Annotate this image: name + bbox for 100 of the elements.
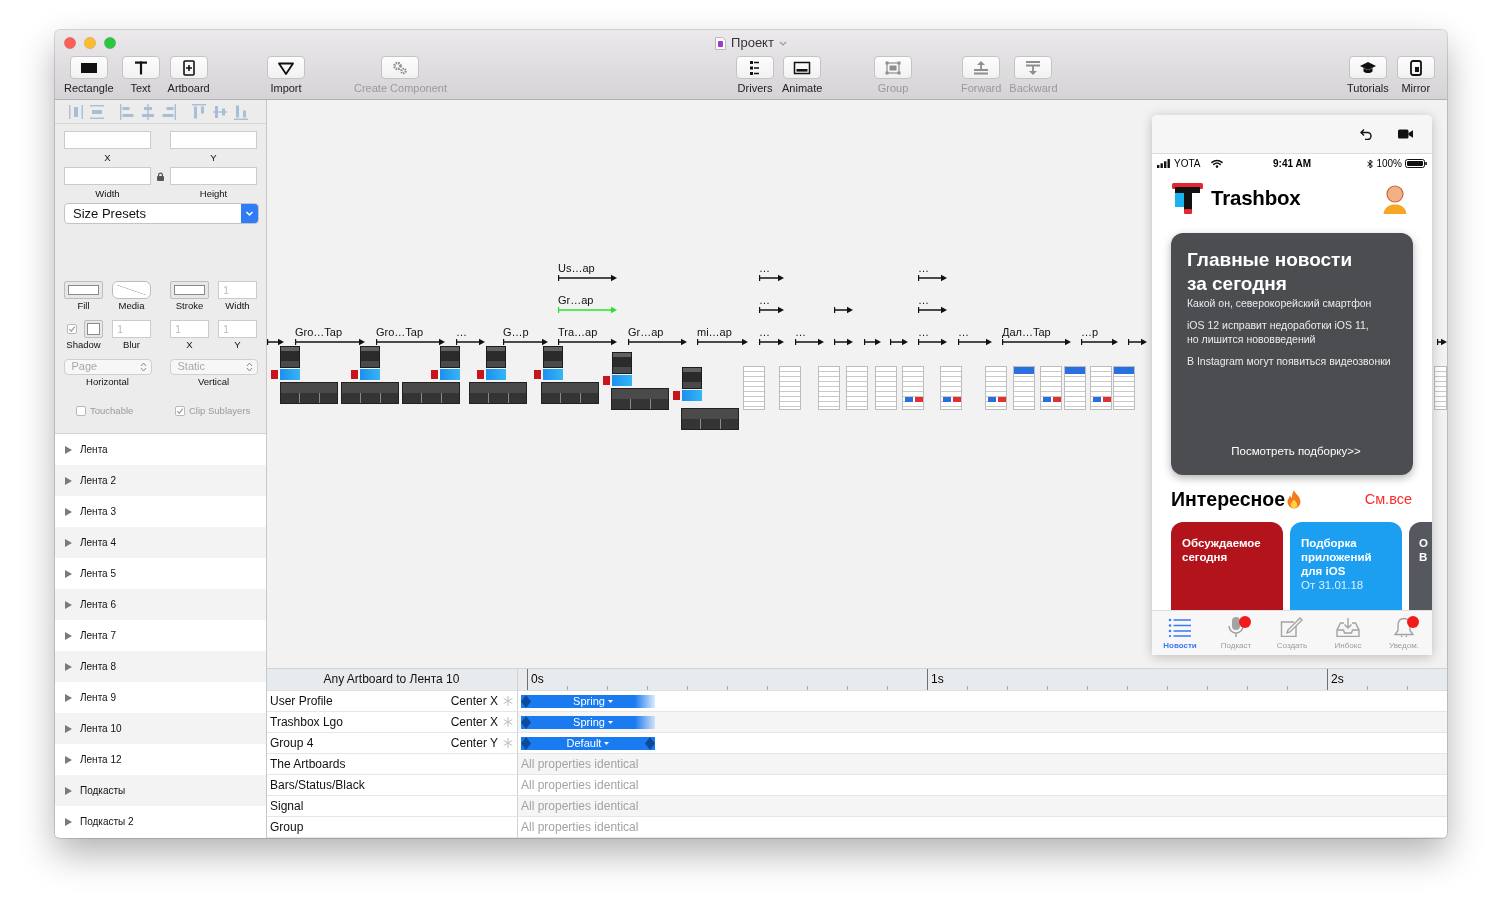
color-swatch[interactable]: [170, 281, 209, 299]
collection-card[interactable]: Обсуждаемое сегодня: [1171, 522, 1283, 610]
status-time: 9:41 AM: [1273, 157, 1311, 170]
layer-row[interactable]: Лента 8: [55, 651, 266, 682]
app-title: Trashbox: [1211, 186, 1301, 211]
gears-icon: [391, 59, 410, 76]
connection-label: …: [918, 326, 929, 338]
align-middle-icon[interactable]: [213, 103, 227, 120]
number-field[interactable]: 1: [112, 320, 151, 338]
tab[interactable]: Новости: [1152, 611, 1208, 655]
connection-label: …p: [1081, 326, 1099, 338]
collection-card[interactable]: О В: [1409, 522, 1432, 610]
text-tool-button[interactable]: [121, 56, 160, 79]
color-swatch[interactable]: [64, 281, 103, 299]
connection-label: …: [918, 262, 929, 274]
card-row-thumbnail: [469, 382, 527, 404]
screen-thumbnail: [902, 366, 924, 410]
collection-link[interactable]: Посмотреть подборку>>: [1231, 445, 1361, 459]
distribute-vertical-icon[interactable]: [90, 103, 104, 120]
card-thumbnail: [673, 391, 680, 400]
card-row-thumbnail: [280, 382, 338, 404]
zoom-button[interactable]: [104, 37, 116, 49]
close-button[interactable]: [64, 37, 76, 49]
chevron-down-icon: [241, 204, 258, 223]
layer-name: The Artboards: [270, 756, 346, 772]
status-note: All properties identical: [521, 819, 639, 835]
checkbox-label: Touchable: [90, 405, 134, 417]
tutorials-button[interactable]: [1348, 56, 1387, 79]
layer-row[interactable]: Подкасты: [55, 775, 266, 806]
layer-row[interactable]: Лента 6: [55, 589, 266, 620]
lock-icon: [157, 172, 164, 181]
number-field[interactable]: 1: [218, 320, 257, 338]
align-right-icon[interactable]: [162, 103, 176, 120]
property-name: Center X: [450, 693, 498, 709]
connection-label: …: [456, 326, 467, 338]
caret-down-icon: [607, 720, 613, 724]
import-button[interactable]: [267, 56, 305, 79]
screen-thumbnail: [1013, 366, 1035, 410]
artboard-button[interactable]: [169, 56, 208, 79]
number-field[interactable]: 1: [218, 281, 257, 299]
distribute-horizontal-icon[interactable]: [69, 103, 83, 120]
layers-up-icon: [972, 59, 991, 76]
property-name: Center X: [450, 714, 498, 730]
animate-button[interactable]: [783, 56, 822, 79]
media-swatch[interactable]: [112, 281, 151, 299]
number-field[interactable]: [64, 167, 151, 185]
screen-thumbnail: [940, 366, 962, 410]
color-swatch[interactable]: [84, 320, 103, 338]
screen-thumbnail: [280, 346, 300, 368]
card-thumbnail: [440, 369, 460, 380]
curve-bar[interactable]: Spring: [521, 694, 655, 708]
card-row-thumbnail: [611, 388, 669, 410]
screen-thumbnail: [1090, 366, 1112, 410]
see-all-link[interactable]: См.все: [1364, 491, 1412, 509]
minimize-button[interactable]: [84, 37, 96, 49]
layer-row[interactable]: Лента 2: [55, 465, 266, 496]
ruler-label: 0s: [531, 672, 544, 687]
connection-label: Us…ap: [558, 262, 595, 274]
signal-icon: [1157, 159, 1170, 168]
align-bottom-icon[interactable]: [234, 103, 248, 120]
fire-icon: [1286, 490, 1303, 510]
size-presets-dropdown[interactable]: Size Presets: [64, 203, 259, 224]
number-field[interactable]: [64, 131, 151, 149]
mirror-button[interactable]: [1396, 56, 1435, 79]
tool-label: Create Component: [354, 82, 447, 95]
card-row-thumbnail: [402, 382, 460, 404]
card-title: Обсуждаемое сегодня: [1182, 536, 1262, 564]
screen-thumbnail: [360, 346, 380, 368]
curve-bar[interactable]: Spring: [521, 715, 655, 729]
align-top-icon[interactable]: [192, 103, 206, 120]
field-label: X: [104, 151, 111, 165]
document-icon: [715, 36, 727, 50]
headline-item: Какой он, северокорейский смартфон: [1187, 296, 1373, 310]
panel-icon: [793, 59, 812, 76]
card-row-thumbnail: [541, 382, 599, 404]
undo-icon[interactable]: [1360, 128, 1372, 140]
screen-thumbnail: [1434, 366, 1447, 410]
screen-thumbnail: [743, 366, 765, 410]
number-field[interactable]: 1: [170, 320, 209, 338]
number-field[interactable]: [170, 167, 257, 185]
inbox-icon: [1336, 617, 1360, 637]
layer-row[interactable]: Лента 10: [55, 713, 266, 744]
caret-down-icon[interactable]: [778, 40, 787, 46]
drivers-button[interactable]: [736, 56, 774, 79]
connection-label: …: [958, 326, 969, 338]
card-thumbnail: [534, 370, 541, 379]
curve-bar[interactable]: Default: [521, 736, 655, 750]
logo-icon: [1172, 183, 1203, 214]
card-thumbnail: [271, 370, 278, 379]
connection-label: Gro…Tap: [376, 326, 424, 338]
layer-row[interactable]: Лента 4: [55, 527, 266, 558]
align-left-icon[interactable]: [120, 103, 134, 120]
screen-thumbnail: [440, 346, 460, 368]
card-row-thumbnail: [681, 408, 739, 430]
video-camera-icon[interactable]: [1398, 129, 1413, 139]
screen-thumbnail: [1113, 366, 1135, 410]
compose-icon: [1280, 617, 1304, 637]
align-center-icon[interactable]: [141, 103, 155, 120]
number-field[interactable]: [170, 131, 257, 149]
rectangle-tool-button[interactable]: [69, 56, 108, 79]
